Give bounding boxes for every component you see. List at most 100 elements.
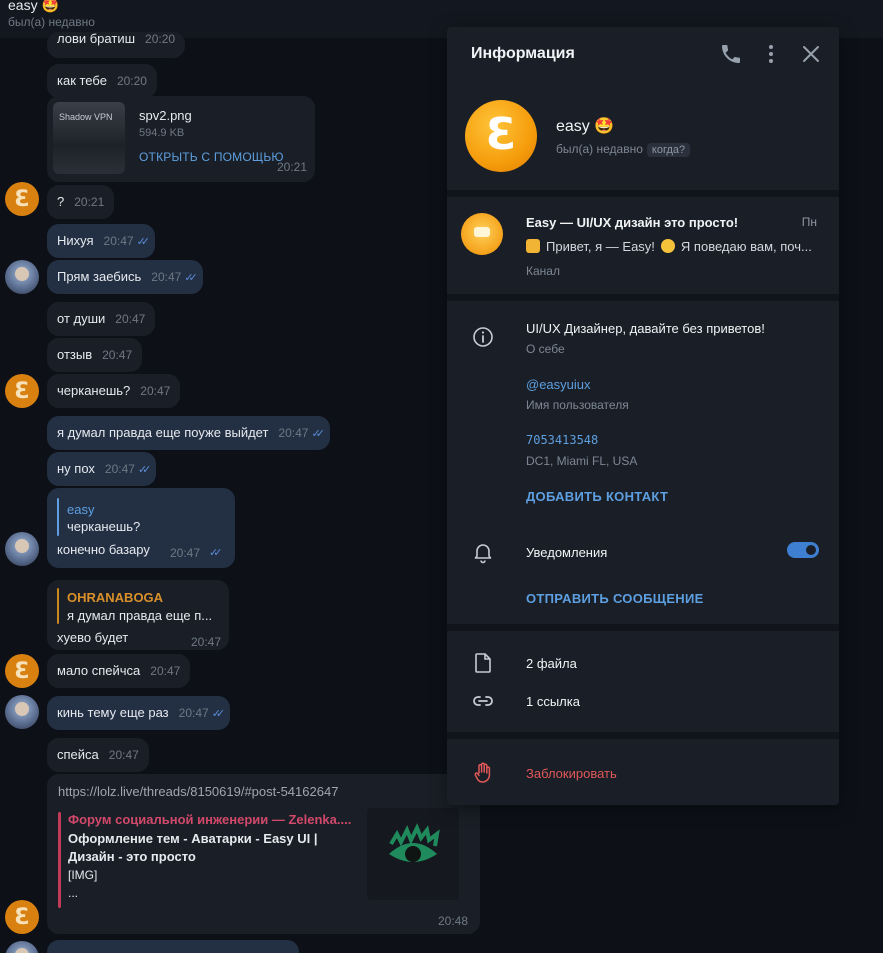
eye-logo-icon — [389, 823, 440, 862]
message-time: 20:47 — [104, 462, 135, 476]
message-text: спейса — [57, 747, 99, 762]
avatar[interactable] — [5, 260, 39, 294]
message-text: кинь тему еще раз — [57, 705, 169, 720]
reply-bar — [57, 588, 59, 624]
links-count[interactable]: 1 ссылка — [526, 694, 580, 709]
message-bubble[interactable]: от души 20:47 — [47, 302, 156, 336]
block-user-button[interactable]: Заблокировать — [526, 766, 617, 781]
divider — [447, 294, 839, 301]
reply-quote: черканешь? — [67, 519, 141, 534]
send-message-button[interactable]: ОТПРАВИТЬ СООБЩЕНИЕ — [526, 591, 704, 606]
channel-name[interactable]: Easy — UI/UX дизайн это просто! — [526, 215, 738, 230]
profile-name: easy 🤩 — [556, 118, 615, 135]
link-img-text: [IMG] — [68, 868, 98, 882]
message-bubble[interactable]: отзыв 20:47 — [47, 338, 143, 372]
message-time: 20:21 — [74, 195, 105, 209]
bio-label: О себе — [526, 342, 565, 356]
add-contact-button[interactable]: ДОБАВИТЬ КОНТАКТ — [526, 489, 668, 504]
emoji-icon — [660, 239, 675, 253]
message-bubble[interactable]: кинь тему еще раз 20:47 ✓✓ — [47, 696, 231, 730]
message-bubble[interactable]: черканешь? 20:47 — [47, 374, 181, 408]
info-panel: Информация Ɛ easy 🤩 был(а) недавно когда?… — [447, 27, 839, 805]
message-bubble[interactable]: Нихуя 20:47 ✓✓ — [47, 224, 156, 258]
avatar[interactable]: Ɛ — [5, 900, 39, 934]
avatar[interactable]: Ɛ — [5, 182, 39, 216]
message-bubble[interactable]: мало спейчса 20:47 — [47, 654, 191, 688]
message-time: 20:47 — [151, 270, 182, 284]
info-icon — [471, 325, 495, 349]
reply-message[interactable]: OHRANABOGA я думал правда еще п... хуево… — [47, 580, 229, 650]
channel-preview-text-b: Я поведаю вам, поч... — [680, 239, 812, 254]
close-icon[interactable] — [799, 42, 823, 66]
phone-icon[interactable] — [719, 42, 743, 66]
avatar[interactable] — [5, 532, 39, 566]
notifications-label: Уведомления — [526, 545, 608, 560]
message-text: конечно базару — [57, 542, 150, 557]
bio-text: UI/UX Дизайнер, давайте без приветов! — [526, 321, 765, 336]
link-icon — [471, 689, 495, 713]
divider — [447, 732, 839, 739]
message-text: Прям заебись — [57, 269, 142, 284]
message-time: 20:47 — [150, 664, 181, 678]
link-more-text: ... — [68, 886, 79, 900]
thumbnail-label: Shadow VPN — [59, 112, 113, 122]
message-text: лови братиш — [57, 31, 136, 46]
username-link[interactable]: @easyuiux — [526, 377, 591, 392]
message-bubble[interactable] — [47, 940, 299, 953]
message-text: я думал правда еще поуже выйдет — [57, 425, 269, 440]
message-text: хуево будет — [57, 630, 129, 645]
emoji-icon — [526, 239, 540, 253]
message-bubble[interactable]: я думал правда еще поуже выйдет 20:47 ✓✓ — [47, 416, 330, 450]
file-message[interactable]: Shadow VPN spv2.png 594.9 KB ОТКРЫТЬ С П… — [47, 96, 315, 182]
read-check-icon: ✓✓ — [211, 708, 226, 720]
message-time: 20:47 — [115, 312, 146, 326]
read-check-icon: ✓✓ — [184, 272, 198, 284]
message-text: ну пох — [57, 461, 95, 476]
message-time: 20:47 — [178, 706, 209, 720]
when-button[interactable]: когда? — [646, 143, 691, 157]
read-check-icon: ✓✓ — [311, 428, 325, 440]
profile-avatar[interactable]: Ɛ — [465, 100, 537, 172]
message-text: мало спейчса — [57, 663, 141, 678]
reply-message[interactable]: easy черканешь? конечно базару 20:47 ✓✓ — [47, 488, 235, 568]
message-text: черканешь? — [57, 383, 131, 398]
channel-avatar[interactable] — [461, 213, 503, 255]
link-thumbnail[interactable] — [367, 808, 459, 900]
message-time: 20:47 — [170, 546, 201, 560]
notifications-toggle[interactable] — [787, 542, 819, 558]
file-icon — [471, 651, 495, 675]
reply-bar — [57, 498, 59, 536]
message-bubble[interactable]: спейса 20:47 — [47, 738, 149, 772]
divider — [447, 624, 839, 631]
link-site-name: Форум социальной инженерии — Zelenka.... — [68, 812, 352, 827]
phone-number[interactable]: 7053413548 — [526, 433, 598, 447]
open-with-button[interactable]: ОТКРЫТЬ С ПОМОЩЬЮ — [139, 150, 284, 164]
message-time: 20:47 — [103, 234, 134, 248]
profile-status: был(а) недавно когда? — [556, 142, 691, 157]
more-options-icon[interactable] — [759, 42, 783, 66]
message-bubble[interactable]: лови братиш 20:20 — [47, 31, 186, 58]
message-bubble[interactable]: Прям заебись 20:47 ✓✓ — [47, 260, 203, 294]
message-bubble[interactable]: ? 20:21 — [47, 185, 115, 219]
message-text: отзыв — [57, 347, 93, 362]
message-bubble[interactable]: ну пох 20:47 ✓✓ — [47, 452, 157, 486]
username-label: Имя пользователя — [526, 398, 629, 412]
divider — [447, 190, 839, 197]
channel-preview-text-a: Привет, я — Easy! — [546, 239, 655, 254]
message-time: 20:47 — [278, 426, 309, 440]
avatar[interactable] — [5, 941, 39, 953]
files-count[interactable]: 2 файла — [526, 656, 577, 671]
last-seen-text: был(а) недавно — [556, 142, 643, 156]
avatar[interactable]: Ɛ — [5, 654, 39, 688]
link-message[interactable]: https://lolz.live/threads/8150619/#post-… — [47, 774, 480, 934]
avatar[interactable] — [5, 695, 39, 729]
avatar[interactable]: Ɛ — [5, 374, 39, 408]
link-url[interactable]: https://lolz.live/threads/8150619/#post-… — [58, 784, 338, 799]
channel-preview: Привет, я — Easy! Я поведаю вам, поч... — [526, 239, 821, 254]
message-text: как тебе — [57, 73, 107, 88]
message-time: 20:47 — [140, 384, 171, 398]
file-thumbnail[interactable]: Shadow VPN — [53, 102, 125, 174]
link-preview-bar — [58, 812, 61, 908]
message-time: 20:47 — [102, 348, 133, 362]
message-bubble[interactable]: как тебе 20:20 — [47, 64, 157, 98]
